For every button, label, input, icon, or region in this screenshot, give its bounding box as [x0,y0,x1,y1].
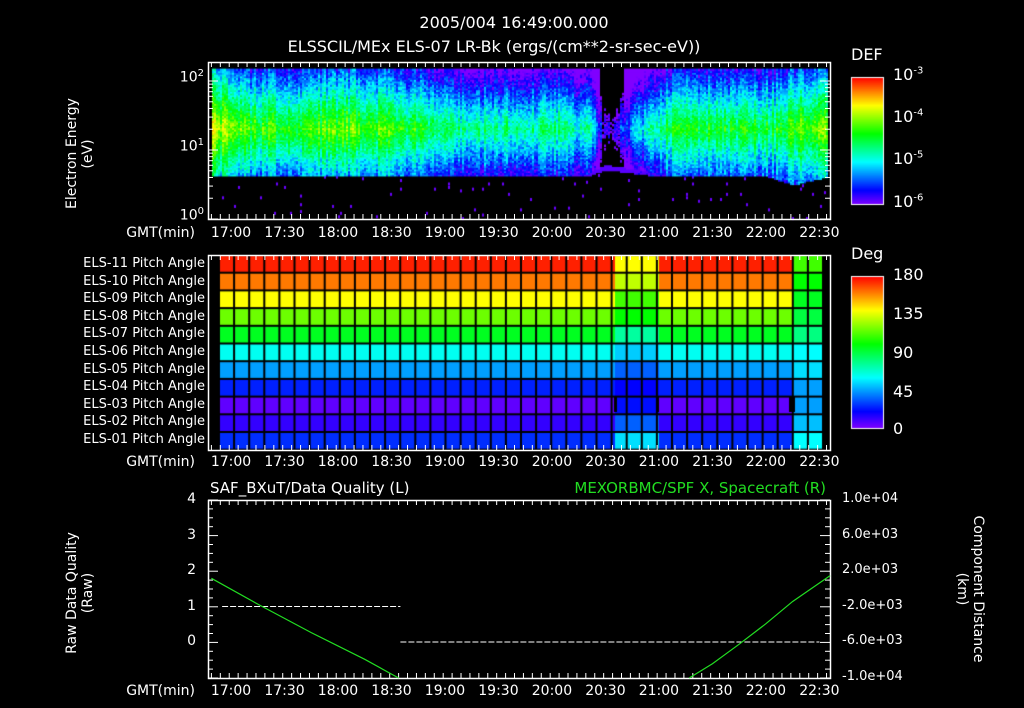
quality-axis-label-line2: (Raw) [80,572,96,614]
time-tick-label: 22:00 [745,454,787,470]
time-tick-label: 17:00 [210,683,252,699]
deg-tick: 180 [893,265,924,284]
plot-title: 2005/004 16:49:00.000 [419,13,609,32]
time-tick-label: 20:00 [531,454,573,470]
ytick-1e1: 101 [179,137,204,155]
time-tick-label: 19:00 [424,454,466,470]
time-axis-label: GMT(min) [126,225,195,241]
time-tick-label: 22:30 [799,225,840,241]
energy-axis-label-line2: (eV) [80,139,96,169]
deg-tick: 135 [893,304,924,323]
time-tick-label: 17:30 [264,454,305,470]
quality-tick-label: 2 [187,562,196,578]
pitch-row-label: ELS-07 Pitch Angle [83,326,205,342]
pitch-row-label: ELS-03 Pitch Angle [83,396,205,412]
time-tick-label: 21:00 [638,225,680,241]
spf-x-title: MEXORBMC/SPF X, Spacecraft (R) [574,479,826,497]
pitch-row-label: ELS-11 Pitch Angle [83,256,205,271]
distance-tick-label: -6.0e+03 [842,633,903,649]
time-tick-label: 19:30 [478,225,519,241]
distance-axis-label-line2: (km) [954,572,970,606]
time-tick-label: 19:00 [424,683,466,699]
deg-tick: 0 [893,419,904,438]
time-tick-label: 19:30 [478,454,519,470]
pitch-row-label: ELS-09 Pitch Angle [83,291,205,307]
time-tick-label: 17:00 [210,225,252,241]
ytick-1e0: 100 [179,206,204,224]
pitch-row-label: ELS-01 Pitch Angle [83,432,205,447]
spf-x-line [688,575,831,679]
time-tick-label: 21:30 [692,683,733,699]
distance-axis-label: Component Distance (km) [954,509,986,669]
pitch-row-label: ELS-05 Pitch Angle [83,361,205,377]
time-axis-label: GMT(min) [126,454,195,470]
time-tick-label: 17:30 [264,683,305,699]
pitch-row-label: ELS-02 Pitch Angle [83,414,205,430]
distance-tick-label: -1.0e+04 [842,669,903,684]
spectrogram-frame [207,61,832,221]
time-tick-label: 18:30 [371,225,412,241]
time-tick-label: 21:30 [692,454,733,470]
time-tick-label: 17:00 [210,454,252,470]
time-tick-label: 18:30 [371,683,412,699]
time-tick-label: 22:30 [799,683,840,699]
time-tick-label: 17:30 [264,225,305,241]
energy-axis-label: Electron Energy (eV) [64,98,96,209]
deg-tick: 90 [893,343,914,362]
time-axis-label: GMT(min) [126,683,195,699]
def-colorbar-label: DEF [851,45,883,64]
pitch-row-label: ELS-04 Pitch Angle [83,379,205,395]
quality-tick-label: 0 [187,633,196,649]
quality-axis-label: Raw Data Quality (Raw) [64,523,96,663]
energy-axis-label-line1: Electron Energy [64,98,80,209]
plot-subtitle: ELSSCIL/MEx ELS-07 LR-Bk (ergs/(cm**2-sr… [287,37,701,56]
quality-axis-label-line1: Raw Data Quality [64,532,80,654]
distance-tick-label: 1.0e+04 [842,491,899,506]
def-tick: 10-3 [893,65,924,84]
time-tick-label: 18:00 [317,225,359,241]
time-tick-label: 22:00 [745,683,787,699]
time-tick-label: 22:30 [799,454,840,470]
time-tick-label: 22:00 [745,225,787,241]
time-tick-label: 19:00 [424,225,466,241]
pitch-row-label: ELS-06 Pitch Angle [83,344,205,359]
time-tick-label: 20:00 [531,683,573,699]
time-tick-label: 21:30 [692,225,733,241]
pitch-frame [207,254,832,452]
time-tick-label: 21:00 [638,454,680,470]
deg-tick: 45 [893,382,914,401]
spf-x-line [211,577,399,679]
distance-tick-label: 6.0e+03 [842,526,899,542]
pitch-row-label: ELS-10 Pitch Angle [83,273,205,289]
timeseries-frame [207,499,832,680]
time-tick-label: 18:00 [317,454,359,470]
time-tick-label: 20:30 [585,225,626,241]
time-tick-label: 20:30 [585,454,626,470]
quality-title: SAF_BXuT/Data Quality (L) [210,479,410,497]
distance-axis-label-line1: Component Distance [970,515,986,663]
def-tick: 10-4 [893,107,924,126]
pitch-row-label: ELS-08 Pitch Angle [83,308,205,324]
quality-tick-label: 4 [187,491,196,507]
time-tick-label: 19:30 [478,683,519,699]
def-tick: 10-6 [893,192,924,211]
time-tick-label: 21:00 [638,683,680,699]
quality-tick-label: 3 [187,526,196,543]
time-tick-label: 18:30 [371,454,412,470]
distance-tick-label: -2.0e+03 [842,597,903,613]
distance-tick-label: 2.0e+03 [842,562,899,578]
time-tick-label: 20:00 [531,225,573,241]
time-tick-label: 20:30 [585,683,626,699]
ytick-1e2: 102 [179,68,204,86]
time-tick-label: 18:00 [317,683,359,699]
deg-colorbar-label: Deg [851,244,884,263]
quality-tick-label: 1 [187,597,196,614]
def-tick: 10-5 [893,149,924,168]
